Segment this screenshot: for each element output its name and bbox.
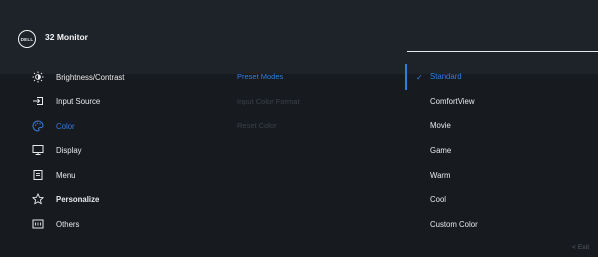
submenu-reset-color: Reset Color [237, 121, 277, 130]
input-source-icon [32, 95, 44, 107]
color-palette-icon [32, 120, 44, 132]
menu-item-others[interactable]: Others [0, 214, 230, 234]
option-game[interactable]: Game [430, 146, 451, 155]
option-comfortview[interactable]: ComfortView [430, 97, 475, 106]
menu-item-label: Color [56, 121, 75, 131]
menu-item-label: Personalize [56, 194, 100, 204]
menu-item-menu[interactable]: Menu [0, 165, 230, 185]
exit-button[interactable]: < Exit [572, 244, 589, 251]
menu-item-label: Display [56, 145, 82, 155]
dell-logo: DELL [18, 30, 36, 48]
menu-item-display[interactable]: Display [0, 140, 230, 160]
menu-icon [32, 169, 44, 181]
selection-indicator [405, 64, 407, 90]
menu-item-label: Menu [56, 170, 76, 180]
display-icon [32, 144, 44, 156]
star-icon [32, 193, 44, 205]
header-underline [407, 51, 598, 52]
monitor-title: 32 Monitor [45, 32, 88, 42]
brightness-icon [32, 71, 44, 83]
option-standard[interactable]: Standard [430, 72, 462, 81]
option-custom-color[interactable]: Custom Color [430, 220, 478, 229]
menu-item-brightness-contrast[interactable]: Brightness/Contrast [0, 67, 230, 87]
menu-item-label: Others [56, 219, 80, 229]
menu-item-personalize[interactable]: Personalize [0, 189, 230, 209]
option-warm[interactable]: Warm [430, 171, 451, 180]
submenu-preset-modes[interactable]: Preset Modes [237, 72, 283, 81]
option-cool[interactable]: Cool [430, 195, 446, 204]
option-movie[interactable]: Movie [430, 121, 451, 130]
check-icon: ✓ [416, 73, 423, 82]
menu-item-input-source[interactable]: Input Source [0, 91, 230, 111]
menu-item-label: Brightness/Contrast [56, 72, 125, 82]
header-bar: DELL 32 Monitor [0, 0, 598, 74]
submenu-input-color-format: Input Color Format [237, 97, 300, 106]
others-icon [32, 218, 44, 230]
menu-item-color[interactable]: Color [0, 116, 230, 136]
menu-item-label: Input Source [56, 96, 101, 106]
